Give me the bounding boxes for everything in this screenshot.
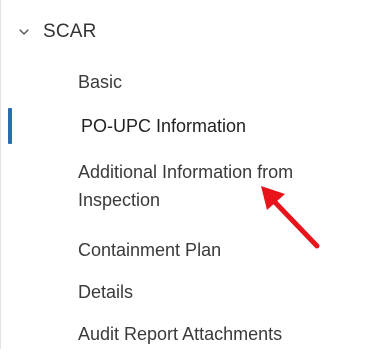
nav-item-audit-report-attachments[interactable]: Audit Report Attachments: [1, 320, 379, 360]
nav-item-label: Details: [78, 282, 134, 302]
scar-sidebar-panel: SCAR Basic PO-UPC Information Additional…: [0, 0, 379, 349]
nav-item-label: PO-UPC Information: [81, 116, 247, 136]
scar-section-toggle[interactable]: SCAR: [17, 18, 97, 46]
nav-item-label: Containment Plan: [78, 240, 222, 260]
nav-item-containment-plan[interactable]: Containment Plan: [1, 236, 379, 278]
nav-item-details[interactable]: Details: [1, 278, 379, 320]
active-indicator: [8, 108, 12, 144]
nav-item-additional-information[interactable]: Additional Information from Inspection: [1, 154, 379, 236]
nav-item-label: Additional Information from Inspection: [78, 162, 294, 210]
nav-item-basic[interactable]: Basic: [1, 64, 379, 106]
chevron-down-icon: [19, 29, 29, 35]
scar-nav-list: Basic PO-UPC Information Additional Info…: [1, 64, 379, 360]
nav-item-label: Basic: [78, 72, 123, 92]
nav-item-po-upc-information[interactable]: PO-UPC Information: [1, 106, 379, 154]
section-title: SCAR: [43, 21, 97, 42]
nav-item-label: Audit Report Attachments: [78, 324, 283, 344]
